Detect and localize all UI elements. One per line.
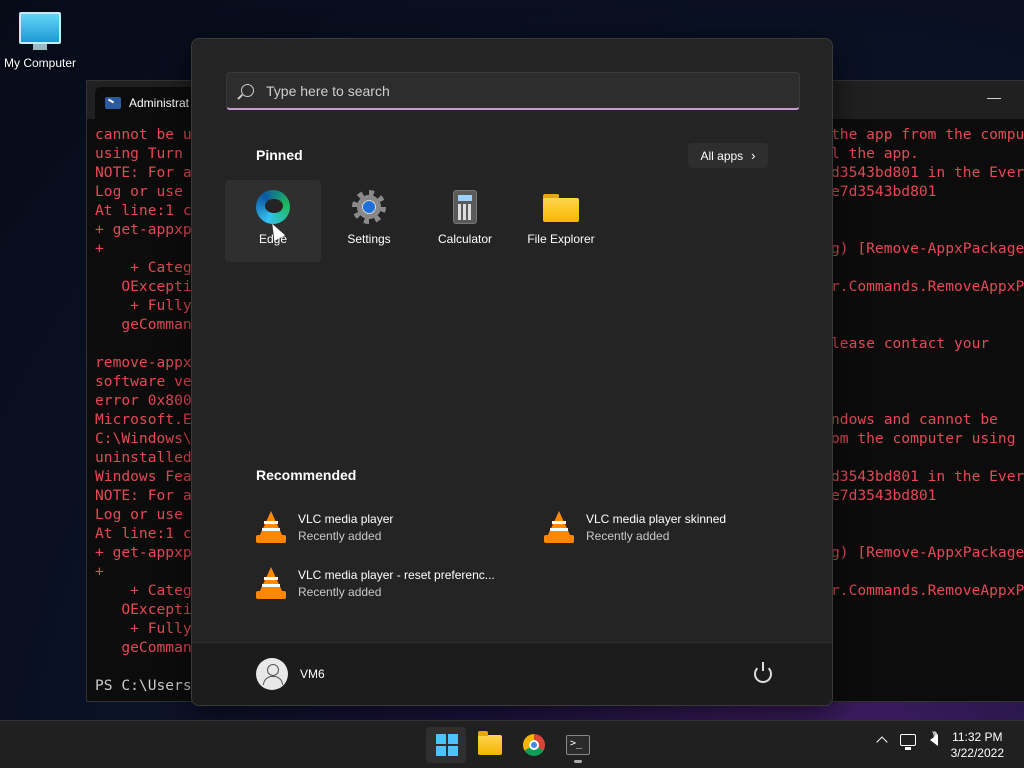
- terminal-line: g) [Remove-AppxPackage: [831, 240, 1024, 257]
- pinned-app-calculator[interactable]: Calculator: [417, 180, 513, 262]
- desktop-icon-my-computer[interactable]: My Computer: [0, 8, 80, 70]
- recommended-item-vlc-skinned[interactable]: VLC media player skinned Recently added: [544, 511, 726, 543]
- terminal-line: om the computer using: [831, 430, 1016, 447]
- vlc-icon: [256, 511, 286, 543]
- terminal-tab-title: Administrat: [129, 96, 190, 110]
- pinned-app-label: File Explorer: [527, 232, 595, 246]
- terminal-line: the app from the compu: [831, 126, 1024, 143]
- recommended-item-vlc[interactable]: VLC media player Recently added: [256, 511, 393, 543]
- system-tray: [876, 731, 938, 750]
- terminal-line: d3543bd801 in the Ever: [831, 164, 1024, 181]
- taskbar: 11:32 PM 3/22/2022: [0, 720, 1024, 768]
- settings-icon: [352, 190, 386, 224]
- recommended-item-name: VLC media player skinned: [586, 511, 727, 526]
- terminal-line: e7d3543bd801: [831, 487, 937, 504]
- terminal-line: d3543bd801 in the Ever: [831, 468, 1024, 485]
- search-box[interactable]: [226, 72, 800, 110]
- computer-icon: [19, 12, 61, 44]
- taskbar-chrome[interactable]: [514, 727, 554, 763]
- terminal-line: lease contact your: [831, 335, 990, 352]
- start-menu: Pinned All apps › Edge Settings Calculat…: [191, 38, 833, 706]
- chevron-right-icon: ›: [751, 148, 756, 163]
- powershell-icon: [105, 97, 121, 109]
- pinned-apps-grid: Edge Settings Calculator File Explorer: [225, 180, 609, 262]
- recommended-heading: Recommended: [256, 467, 357, 483]
- windows-logo-icon: [436, 734, 458, 756]
- all-apps-label: All apps: [700, 148, 744, 163]
- pinned-app-label: Settings: [347, 232, 391, 246]
- pinned-heading: Pinned: [256, 147, 303, 163]
- user-avatar-icon[interactable]: [256, 658, 288, 690]
- edge-icon: [256, 190, 290, 224]
- terminal-line: r.Commands.RemoveAppxP: [831, 278, 1024, 295]
- search-input[interactable]: [266, 82, 766, 99]
- desktop-icon-label: My Computer: [3, 56, 77, 70]
- terminal-line: r.Commands.RemoveAppxP: [831, 582, 1024, 599]
- pinned-app-label: Calculator: [437, 232, 493, 246]
- chevron-up-icon[interactable]: [876, 736, 888, 748]
- network-icon[interactable]: [900, 733, 916, 750]
- recommended-item-name: VLC media player: [298, 511, 394, 526]
- clock[interactable]: 11:32 PM 3/22/2022: [951, 729, 1004, 761]
- all-apps-button[interactable]: All apps ›: [688, 143, 768, 168]
- user-name[interactable]: VM6: [300, 667, 325, 681]
- pinned-app-settings[interactable]: Settings: [321, 180, 417, 262]
- calculator-icon: [453, 190, 477, 224]
- minimize-button[interactable]: —: [979, 89, 1009, 109]
- recommended-item-subtitle: Recently added: [298, 528, 382, 543]
- pinned-app-file-explorer[interactable]: File Explorer: [513, 180, 609, 262]
- terminal-line: e7d3543bd801: [831, 183, 937, 200]
- folder-icon: [543, 190, 579, 224]
- search-icon: [241, 84, 254, 97]
- taskbar-terminal[interactable]: [558, 727, 598, 763]
- clock-time: 11:32 PM: [952, 730, 1003, 744]
- recommended-item-name: VLC media player - reset preferenc...: [298, 567, 495, 582]
- pinned-app-edge[interactable]: Edge: [225, 180, 321, 262]
- clock-date: 3/22/2022: [950, 746, 1004, 760]
- recommended-item-subtitle: Recently added: [298, 584, 382, 599]
- recommended-item-subtitle: Recently added: [586, 528, 670, 543]
- recommended-item-vlc-reset[interactable]: VLC media player - reset preferenc... Re…: [256, 567, 495, 599]
- terminal-line: l the app.: [831, 145, 919, 162]
- chrome-icon: [523, 734, 545, 756]
- vlc-icon: [544, 511, 574, 543]
- taskbar-file-explorer[interactable]: [470, 727, 510, 763]
- start-menu-footer: VM6: [192, 642, 832, 705]
- terminal-line: ndows and cannot be: [831, 411, 998, 428]
- start-button[interactable]: [426, 727, 466, 763]
- power-icon[interactable]: [754, 662, 772, 683]
- vlc-icon: [256, 567, 286, 599]
- running-indicator: [574, 760, 582, 763]
- terminal-line: g) [Remove-AppxPackage: [831, 544, 1024, 561]
- terminal-output-right: the app from the compu l the app. d3543bd8…: [831, 119, 1024, 600]
- folder-icon: [478, 731, 502, 755]
- terminal-icon: [566, 735, 590, 755]
- volume-icon[interactable]: [930, 731, 938, 746]
